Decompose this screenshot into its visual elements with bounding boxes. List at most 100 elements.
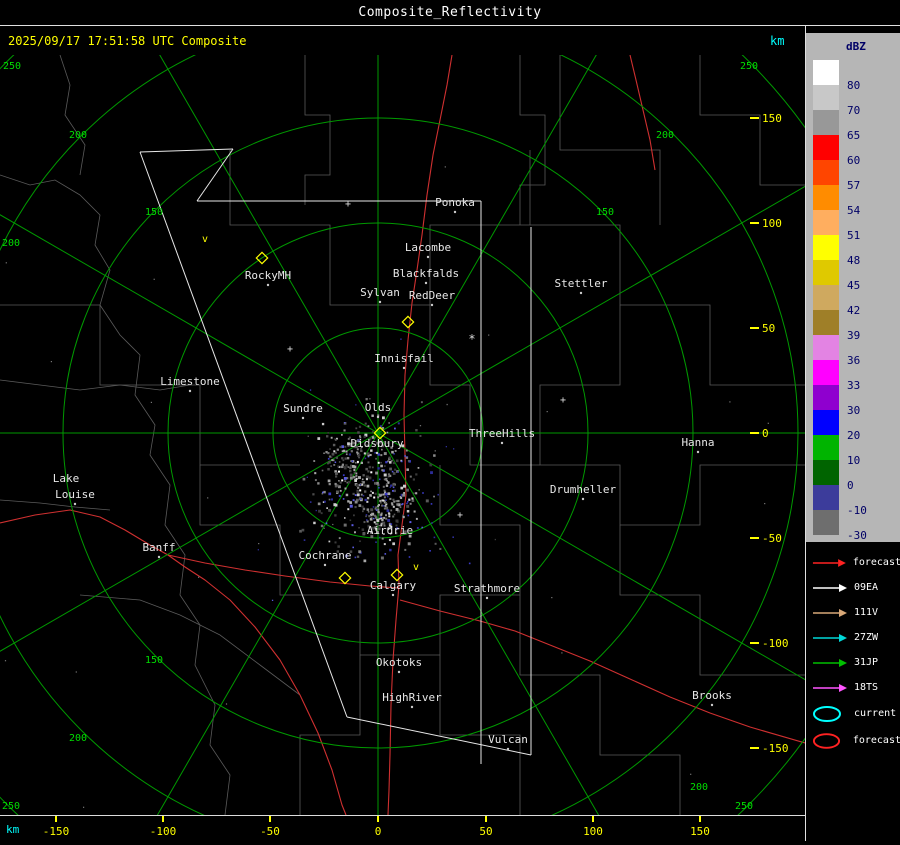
station-plus-marker: + [345, 199, 351, 210]
station-plus-marker: + [457, 510, 463, 521]
track-arrow-icon [813, 683, 847, 692]
colorbar-segment: 54 [806, 185, 900, 217]
range-label: 250 [2, 801, 20, 812]
bottom-axis-label: -150 [43, 825, 70, 838]
city-label: Hanna [681, 436, 714, 449]
bottom-axis: -150 -100 -50 0 50 100 150 km [0, 815, 805, 842]
colorbar-segment: 48 [806, 235, 900, 267]
range-label: 250 [740, 61, 758, 72]
colorbar-swatch [813, 435, 839, 460]
city-dot [410, 705, 414, 709]
city-label: Olds [365, 401, 392, 414]
colorbar-swatch [813, 60, 839, 85]
sidebar: dBZ 80 70 65 60 57 54 51 48 45 42 39 36 33 30 20 10 0 -10… [805, 26, 900, 841]
window-title: Composite_Reflectivity [358, 5, 542, 20]
radar-map-canvas: 250200150 1502002502001502002502002501501… [0, 0, 900, 845]
track-arrow-icon [813, 658, 847, 667]
range-label: 200 [69, 733, 87, 744]
header-row: 2025/09/17 17:51:58 UTC Composite km [0, 26, 804, 55]
colorbar-swatch [813, 135, 839, 160]
colorbar-swatch [813, 410, 839, 435]
radar-map[interactable]: 250 200 150 150 200 250 200 150 200 250 200 250 150 1… [0, 0, 900, 845]
city-dot [453, 210, 457, 214]
colorbar-swatch [813, 360, 839, 385]
colorbar-swatch [813, 510, 839, 535]
radar-application: { "window": { "title": "Composite_Reflec… [0, 0, 900, 845]
city-dot [376, 415, 380, 419]
city-label: Sylvan [360, 286, 400, 299]
bottom-axis-label: 0 [375, 825, 382, 838]
right-axis-label: -100 [762, 637, 789, 650]
city-label: Lake [53, 472, 80, 485]
city-dot [710, 703, 714, 707]
colorbar-segment: 70 [806, 85, 900, 117]
wind-marker: v [202, 234, 208, 245]
colorbar-segment: 0 [806, 460, 900, 492]
colorbar-swatch [813, 310, 839, 335]
colorbar-swatch [813, 285, 839, 310]
legend-item-current: current [806, 700, 900, 727]
unit-label-bottom: km [6, 823, 20, 836]
legend-label: forecast [852, 735, 900, 746]
right-axis-label: -50 [762, 532, 782, 545]
radar-site-marker [401, 315, 415, 329]
timestamp-label: 2025/09/17 17:51:58 UTC Composite [8, 34, 247, 48]
range-label: 150 [596, 207, 614, 218]
right-axis-label: 0 [762, 427, 769, 440]
colorbar-swatch [813, 210, 839, 235]
city-dot [388, 538, 392, 542]
track-ellipse-icon [813, 705, 841, 722]
bottom-axis-label: -100 [150, 825, 177, 838]
track-legend: forecast 09EA 111V 27ZW 31JP 18TS current forec… [806, 550, 900, 754]
track-arrow-icon [812, 558, 846, 567]
colorbar-swatch [813, 260, 839, 285]
city-label: Vulcan [488, 733, 528, 746]
station-plus-marker: + [287, 344, 293, 355]
city-label: Strathmore [454, 582, 520, 595]
city-label: Limestone [160, 375, 220, 388]
legend-item-31JP: 31JP [806, 650, 900, 675]
colorbar-value: -30 [847, 529, 867, 542]
city-dot [430, 303, 434, 307]
colorbar-unit-label: dBZ [846, 40, 866, 53]
colorbar-swatch [813, 460, 839, 485]
colorbar-segment: -10 [806, 485, 900, 517]
colorbar-swatch [813, 235, 839, 260]
city-dot [581, 497, 585, 501]
title-bar: Composite_Reflectivity [0, 0, 900, 26]
range-label: 150 [145, 207, 163, 218]
colorbar-segment: 80 [806, 60, 900, 92]
legend-label: current [854, 708, 897, 719]
city-label: Innisfail [374, 352, 434, 365]
city-dot [500, 441, 504, 445]
colorbar-swatch [813, 185, 839, 210]
wind-marker: v [413, 562, 419, 573]
station-star-marker: * [468, 332, 475, 346]
right-axis-label: 50 [762, 322, 775, 335]
city-label: Airdrie [367, 524, 413, 537]
city-label: Drumheller [550, 483, 617, 496]
city-dot [323, 563, 327, 567]
colorbar-swatch [813, 160, 839, 185]
city-dot [391, 593, 395, 597]
bottom-axis-canvas: -150 -100 -50 0 50 100 150 [43, 816, 710, 838]
colorbar-swatch [813, 485, 839, 510]
city-label: Sundre [283, 402, 323, 415]
colorbar-segment: 10 [806, 435, 900, 467]
city-label: ThreeHills [469, 427, 535, 440]
legend-item-27ZW: 27ZW [806, 625, 900, 650]
colorbar-segment: 33 [806, 360, 900, 392]
city-label: Okotoks [376, 656, 422, 669]
legend-label: forecast [852, 557, 900, 568]
legend-label: 111V [854, 607, 879, 618]
city-label: Didsbury [351, 437, 404, 450]
city-dot [266, 283, 270, 287]
city-label: Blackfalds [393, 267, 459, 280]
colorbar-segment: 39 [806, 310, 900, 342]
city-dot [426, 255, 430, 259]
city-dot [579, 291, 583, 295]
city-label: Ponoka [435, 196, 475, 209]
colorbar-swatch [813, 85, 839, 110]
range-label: 200 [2, 238, 20, 249]
legend-label: 09EA [854, 582, 879, 593]
